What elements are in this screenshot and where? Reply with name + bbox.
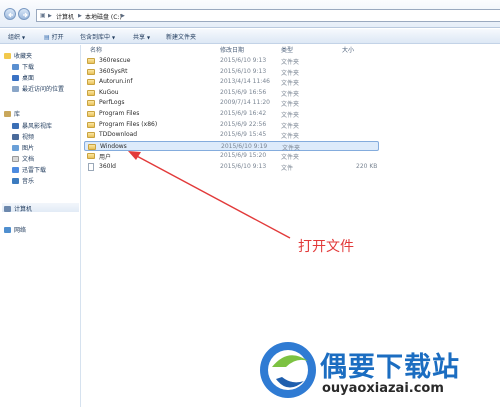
site-logo-icon	[260, 342, 316, 398]
watermark-brand: 偶要下载站	[320, 352, 460, 383]
annotation-label: 打开文件	[298, 239, 354, 255]
watermark-url: ouyaoxiazai.com	[322, 381, 444, 396]
